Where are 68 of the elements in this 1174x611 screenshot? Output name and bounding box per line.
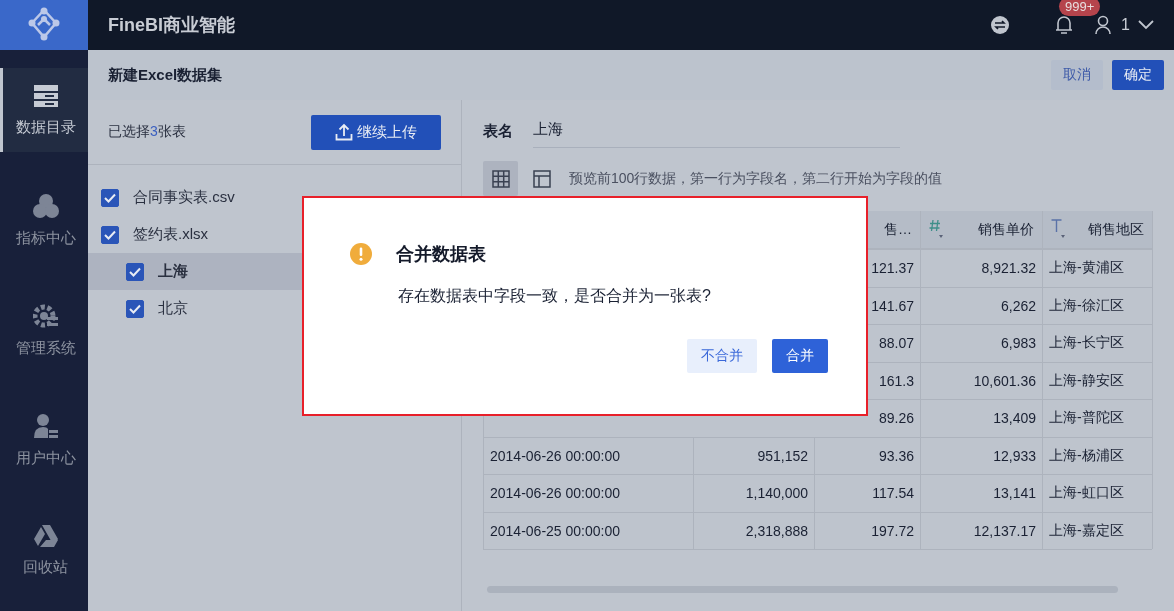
text-type-icon	[1051, 218, 1067, 238]
table-cell: 13,409	[921, 399, 1043, 437]
upload-icon	[335, 123, 353, 141]
table-cell: 6,983	[921, 324, 1043, 362]
table-cell: 上海-普陀区	[1043, 399, 1153, 437]
table-cell: 1,140,000	[694, 474, 815, 512]
merge-button[interactable]: 合并	[772, 339, 828, 373]
checkbox[interactable]	[126, 299, 144, 318]
file-tree-item[interactable]: 合同事实表.csv	[88, 179, 461, 216]
user-name[interactable]: 1	[1121, 16, 1130, 34]
user-icon[interactable]	[1095, 15, 1112, 35]
table-cell: 2014-06-25 00:00:00	[484, 511, 694, 549]
table-cell: 13,141	[921, 474, 1043, 512]
sidebar-item[interactable]: 数据目录	[0, 68, 88, 152]
table-cell: 上海-嘉定区	[1043, 511, 1153, 549]
sidebar-item[interactable]: 指标中心	[0, 178, 88, 262]
preview-hint: 预览前100行数据，第一行为字段名，第二行开始为字段的值	[569, 169, 943, 188]
server-icon	[32, 83, 59, 108]
column-header[interactable]: 销售单价	[921, 211, 1043, 249]
bell-icon[interactable]	[1055, 15, 1074, 35]
table-cell: 2,318,888	[694, 511, 815, 549]
logo[interactable]	[0, 0, 88, 50]
table-cell: 10,601.36	[921, 361, 1043, 399]
chevron-down-icon[interactable]	[1138, 20, 1154, 30]
number-type-icon	[929, 218, 945, 238]
table-cell: 上海-静安区	[1043, 361, 1153, 399]
upload-button[interactable]: 继续上传	[311, 114, 441, 150]
checkbox[interactable]	[101, 225, 119, 244]
app-title: FineBI商业智能	[108, 14, 235, 37]
table-cell: 上海-徐汇区	[1043, 286, 1153, 324]
cancel-button[interactable]: 取消	[1051, 60, 1103, 90]
table-cell: 12,933	[921, 436, 1043, 474]
column-header[interactable]: 销售地区	[1043, 211, 1153, 249]
table-cell: 上海-杨浦区	[1043, 436, 1153, 474]
table-cell: 6,262	[921, 286, 1043, 324]
table-cell: 上海-虹口区	[1043, 474, 1153, 512]
table-cell: 117.54	[815, 474, 921, 512]
warning-icon	[350, 243, 372, 265]
page-title: 新建Excel数据集	[108, 65, 223, 85]
no-merge-button[interactable]: 不合并	[687, 339, 757, 373]
table-cell: 93.36	[815, 436, 921, 474]
view-mode-button[interactable]	[483, 161, 518, 196]
grid-icon	[491, 169, 510, 188]
sidebar-item[interactable]: 回收站	[0, 508, 88, 592]
user-icon	[32, 412, 59, 439]
checkbox[interactable]	[101, 188, 119, 207]
swap-icon[interactable]	[991, 16, 1010, 34]
sidebar-item[interactable]: 管理系统	[0, 288, 88, 372]
table-cell: 197.72	[815, 511, 921, 549]
gear-icon	[32, 302, 59, 329]
table-cell: 951,152	[694, 436, 815, 474]
cubes-icon	[32, 192, 59, 219]
selected-count-text: 已选择3张表	[108, 123, 186, 141]
drive-icon	[32, 523, 59, 548]
checkbox[interactable]	[126, 262, 144, 281]
sidebar-item[interactable]: 用户中心	[0, 398, 88, 482]
notification-badge: 999+	[1059, 0, 1101, 16]
table-cell: 12,137.17	[921, 511, 1043, 549]
logo-icon	[26, 7, 62, 43]
table-cell: 上海-黄浦区	[1043, 249, 1153, 287]
table-cell: 2014-06-26 00:00:00	[484, 436, 694, 474]
layout-icon	[532, 169, 551, 188]
table-cell: 2014-06-26 00:00:00	[484, 474, 694, 512]
table-cell: 8,921.32	[921, 249, 1043, 287]
table-cell: 上海-长宁区	[1043, 324, 1153, 362]
confirm-button[interactable]: 确定	[1112, 60, 1164, 90]
table-name-field[interactable]: 上海	[533, 120, 900, 148]
table-name-label: 表名	[483, 121, 514, 141]
